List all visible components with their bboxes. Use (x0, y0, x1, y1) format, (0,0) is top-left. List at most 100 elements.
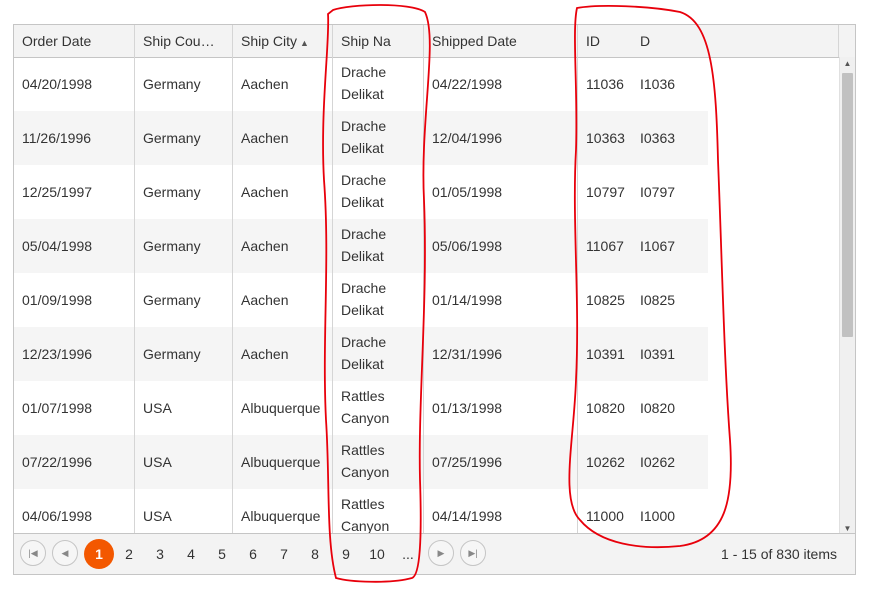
scrollbar-thumb[interactable] (842, 73, 853, 337)
scroll-up-icon[interactable]: ▲ (840, 57, 855, 71)
cell-id: 10262 (586, 454, 625, 470)
cell-d: I1000 (640, 508, 676, 524)
last-page-icon: ▶| (468, 547, 478, 558)
cell-d: I1067 (640, 238, 676, 254)
cell-shipped-date: 04/14/1998 (432, 508, 503, 524)
header-label: Ship Na (341, 33, 391, 49)
cell-ship-country: Germany (143, 346, 201, 362)
page-number-4[interactable]: 4 (177, 540, 205, 568)
page-number-1[interactable]: 1 (84, 539, 114, 569)
pager-info: 1 - 15 of 830 items (721, 546, 837, 562)
cell-d: I0825 (640, 292, 676, 308)
cell-ship-name: Drache Delikat (333, 165, 423, 219)
cell-ship-country: Germany (143, 292, 201, 308)
cell-ship-name: Rattles Canyon (333, 435, 423, 489)
header-d[interactable]: D (632, 25, 839, 57)
cell-order-date: 04/20/1998 (22, 76, 93, 92)
cell-ship-country: Germany (143, 184, 201, 200)
header-label: Ship City (241, 33, 298, 49)
page-number-6[interactable]: 6 (239, 540, 267, 568)
cell-line: Delikat (341, 86, 384, 102)
page-number-9[interactable]: 9 (332, 540, 360, 568)
cell-order-date: 12/23/1996 (22, 346, 93, 362)
cell-order-date: 05/04/1998 (22, 238, 93, 254)
column-divider (577, 57, 578, 536)
table-row[interactable]: 01/09/1998 Germany Aachen Drache Delikat 01/1… (14, 273, 708, 327)
cell-line: Drache (341, 226, 387, 242)
cell-d: I1036 (640, 76, 676, 92)
table-row[interactable]: 12/25/1997 Germany Aachen Drache Delikat 01/0… (14, 165, 708, 219)
cell-ship-name: Drache Delikat (333, 57, 423, 111)
pager: |◀ ◀ 1 2 3 4 5 6 7 8 9 10... ▶ ▶| 1 - 15 of 830 i… (14, 533, 855, 574)
cell-shipped-date: 07/25/1996 (432, 454, 503, 470)
page-number-5[interactable]: 5 (208, 540, 236, 568)
table-row[interactable]: 04/20/1998 Germany Aachen Drache Delikat 04/2… (14, 57, 708, 111)
page-number-2[interactable]: 2 (115, 540, 143, 568)
cell-ship-country: Germany (143, 76, 201, 92)
header-ship-city[interactable]: Ship City ▲ (233, 25, 333, 57)
header-ship-name[interactable]: Ship Na (333, 25, 424, 57)
column-divider (134, 57, 135, 536)
cell-order-date: 07/22/1996 (22, 454, 93, 470)
cell-ship-name: Drache Delikat (333, 111, 423, 165)
header-id[interactable]: ID (578, 25, 632, 57)
column-divider (423, 57, 424, 536)
next-page-button[interactable]: ▶ (428, 540, 454, 566)
next-page-icon: ▶ (437, 547, 445, 558)
cell-d: I0820 (640, 400, 676, 416)
cell-id: 10363 (586, 130, 625, 146)
grid-header: Order Date Ship Cou… Ship City ▲ Ship Na … (14, 25, 855, 58)
page-number-10[interactable]: 10 (363, 540, 391, 568)
cell-ship-city: Albuquerque (241, 454, 321, 470)
cell-id: 11000 (586, 508, 624, 524)
table-row[interactable]: 12/23/1996 Germany Aachen Drache Delikat 12/3… (14, 327, 708, 381)
table-row[interactable]: 07/22/1996 USA Albuquerque Rattles Canyon 07/… (14, 435, 708, 489)
cell-line: Delikat (341, 194, 384, 210)
cell-shipped-date: 12/04/1996 (432, 130, 503, 146)
cell-order-date: 01/07/1998 (22, 400, 93, 416)
cell-shipped-date: 01/14/1998 (432, 292, 503, 308)
vertical-scrollbar[interactable]: ▲ ▼ (839, 57, 855, 536)
cell-ship-city: Albuquerque (241, 508, 321, 524)
prev-page-button[interactable]: ◀ (52, 540, 78, 566)
header-label: Order Date (22, 33, 92, 49)
cell-d: I0391 (640, 346, 676, 362)
cell-id: 11036 (586, 76, 624, 92)
cell-shipped-date: 05/06/1998 (432, 238, 503, 254)
table-row[interactable]: 05/04/1998 Germany Aachen Drache Delikat 05/0… (14, 219, 708, 273)
page-number-3[interactable]: 3 (146, 540, 174, 568)
cell-shipped-date: 12/31/1996 (432, 346, 503, 362)
header-ship-country[interactable]: Ship Cou… (135, 25, 233, 57)
cell-ship-country: USA (143, 400, 172, 416)
column-divider (332, 57, 333, 536)
prev-page-icon: ◀ (61, 547, 69, 558)
cell-ship-name: Drache Delikat (333, 327, 423, 381)
cell-ship-city: Albuquerque (241, 400, 321, 416)
header-order-date[interactable]: Order Date (14, 25, 135, 57)
header-shipped-date[interactable]: Shipped Date (424, 25, 578, 57)
cell-id: 11067 (586, 238, 624, 254)
cell-ship-name: Drache Delikat (333, 273, 423, 327)
cell-ship-city: Aachen (241, 292, 289, 308)
first-page-button[interactable]: |◀ (20, 540, 46, 566)
page-number-7[interactable]: 7 (270, 540, 298, 568)
cell-line: Drache (341, 334, 387, 350)
cell-line: Rattles (341, 496, 385, 512)
page-more-button[interactable]: ... (394, 540, 422, 568)
header-label: Shipped Date (432, 33, 517, 49)
cell-ship-city: Aachen (241, 346, 289, 362)
cell-line: Delikat (341, 356, 384, 372)
cell-ship-name: Drache Delikat (333, 219, 423, 273)
column-divider (232, 57, 233, 536)
page-number-8[interactable]: 8 (301, 540, 329, 568)
last-page-button[interactable]: ▶| (460, 540, 486, 566)
table-row[interactable]: 11/26/1996 Germany Aachen Drache Delikat 12/0… (14, 111, 708, 165)
cell-line: Canyon (341, 464, 390, 480)
table-row[interactable]: 01/07/1998 USA Albuquerque Rattles Canyon 01/… (14, 381, 708, 435)
cell-line: Drache (341, 118, 387, 134)
table-row[interactable]: 04/06/1998 USA Albuquerque Rattles Canyon 04/… (14, 489, 708, 536)
cell-line: Drache (341, 64, 387, 80)
cell-line: Delikat (341, 302, 384, 318)
cell-ship-country: USA (143, 508, 172, 524)
first-page-icon: |◀ (28, 547, 38, 558)
